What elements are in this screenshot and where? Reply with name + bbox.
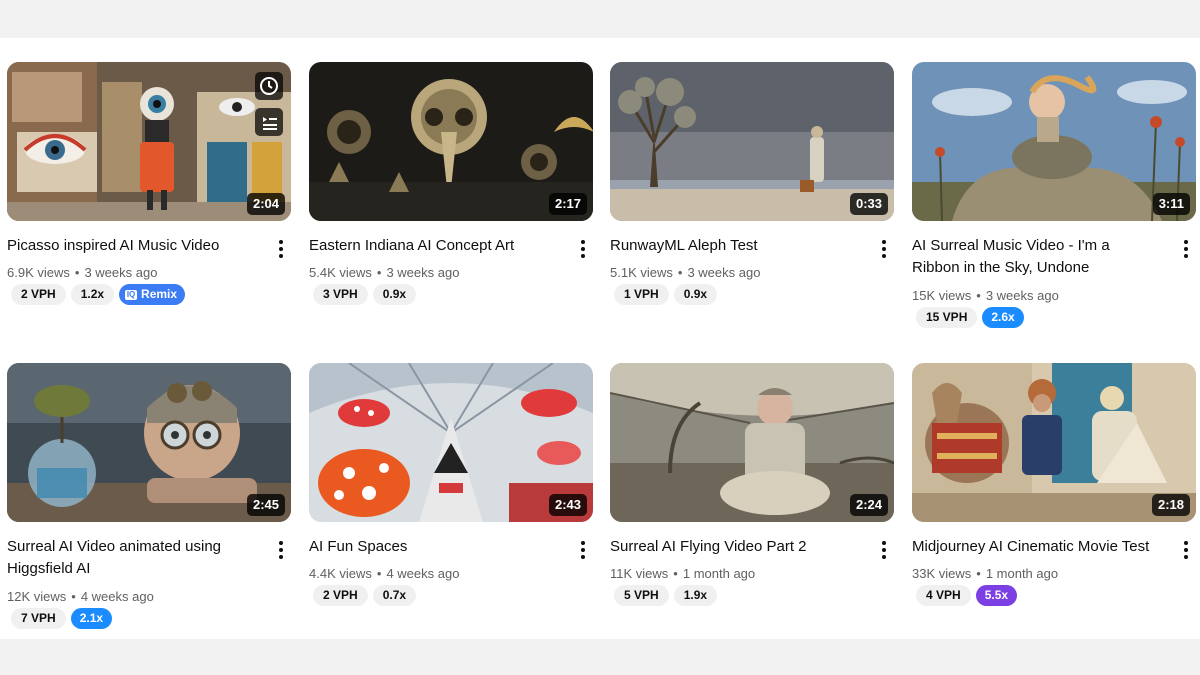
view-count: 12K views xyxy=(7,589,67,604)
video-metadata: 15K views • 3 weeks ago xyxy=(912,288,1059,303)
vph-badge: 3 VPH xyxy=(313,284,368,305)
more-vertical-icon[interactable] xyxy=(575,238,591,260)
upload-age: 3 weeks ago xyxy=(386,265,460,280)
view-count: 4.4K views xyxy=(309,566,372,581)
view-count: 11K views xyxy=(610,566,669,581)
video-card[interactable]: 2:04 Picasso inspired AI Music Video 6.9… xyxy=(7,62,291,305)
view-count: 15K views xyxy=(912,288,972,303)
video-thumbnail[interactable]: 2:43 xyxy=(309,363,593,522)
video-metadata: 11K views • 1 month ago xyxy=(610,566,756,581)
vph-badge: 4 VPH xyxy=(916,585,971,606)
video-card[interactable]: 2:45 Surreal AI Video animated using Higg… xyxy=(7,363,291,629)
remix-button[interactable]: IQ Remix xyxy=(119,284,186,305)
stats-badges: 2 VPH 0.7x xyxy=(313,585,417,606)
view-count: 33K views xyxy=(912,566,972,581)
video-title[interactable]: Surreal AI Video animated using Higgsfiel… xyxy=(7,536,257,580)
video-thumbnail[interactable]: 2:24 xyxy=(610,363,894,522)
stats-badges: 7 VPH 2.1x xyxy=(11,608,113,629)
video-metadata: 6.9K views • 3 weeks ago xyxy=(7,265,158,280)
duration-badge: 2:04 xyxy=(246,193,285,215)
stats-badges: 2 VPH 1.2x IQ Remix xyxy=(11,284,186,305)
video-card[interactable]: 0:33 RunwayML Aleph Test 5.1K views • 3 we… xyxy=(610,62,894,305)
video-thumbnail[interactable]: 0:33 xyxy=(610,62,894,221)
video-card[interactable]: 2:43 AI Fun Spaces 4.4K views • 4 weeks ag… xyxy=(309,363,593,606)
stats-badges: 1 VPH 0.9x xyxy=(614,284,718,305)
video-thumbnail[interactable]: 3:11 xyxy=(912,62,1196,221)
video-title[interactable]: RunwayML Aleph Test xyxy=(610,235,860,257)
video-card[interactable]: 2:18 Midjourney AI Cinematic Movie Test … xyxy=(912,363,1196,606)
duration-badge: 2:18 xyxy=(1151,494,1190,516)
more-vertical-icon[interactable] xyxy=(273,238,289,260)
duration-badge: 2:45 xyxy=(246,494,285,516)
video-title[interactable]: AI Fun Spaces xyxy=(309,536,559,558)
video-metadata: 5.1K views • 3 weeks ago xyxy=(610,265,761,280)
video-thumbnail[interactable]: 2:04 xyxy=(7,62,291,221)
outlier-ratio-badge: 0.7x xyxy=(372,585,417,606)
video-metadata: 5.4K views • 3 weeks ago xyxy=(309,265,460,280)
outlier-ratio-badge: 1.9x xyxy=(673,585,718,606)
video-title[interactable]: Surreal AI Flying Video Part 2 xyxy=(610,536,860,558)
more-vertical-icon[interactable] xyxy=(575,539,591,561)
upload-age: 3 weeks ago xyxy=(985,288,1059,303)
more-vertical-icon[interactable] xyxy=(1178,539,1194,561)
upload-age: 4 weeks ago xyxy=(80,589,154,604)
upload-age: 3 weeks ago xyxy=(84,265,158,280)
video-card[interactable]: 3:11 AI Surreal Music Video - I'm a Ribbo… xyxy=(912,62,1196,328)
outlier-ratio-badge: 5.5x xyxy=(975,585,1018,606)
more-vertical-icon[interactable] xyxy=(876,539,892,561)
stats-badges: 4 VPH 5.5x xyxy=(916,585,1018,606)
video-title[interactable]: AI Surreal Music Video - I'm a Ribbon in … xyxy=(912,235,1162,279)
stats-badges: 5 VPH 1.9x xyxy=(614,585,718,606)
vph-badge: 7 VPH xyxy=(11,608,66,629)
video-metadata: 33K views • 1 month ago xyxy=(912,566,1059,581)
video-thumbnail[interactable]: 2:18 xyxy=(912,363,1196,522)
watch-later-button[interactable] xyxy=(255,72,283,100)
video-metadata: 4.4K views • 4 weeks ago xyxy=(309,566,460,581)
vph-badge: 1 VPH xyxy=(614,284,669,305)
remix-logo-icon: IQ xyxy=(125,289,138,300)
more-vertical-icon[interactable] xyxy=(876,238,892,260)
vph-badge: 2 VPH xyxy=(11,284,66,305)
add-to-queue-button[interactable] xyxy=(255,108,283,136)
vph-badge: 5 VPH xyxy=(614,585,669,606)
outlier-ratio-badge: 0.9x xyxy=(372,284,417,305)
duration-badge: 2:17 xyxy=(548,193,587,215)
stats-badges: 3 VPH 0.9x xyxy=(313,284,417,305)
more-vertical-icon[interactable] xyxy=(1178,238,1194,260)
video-thumbnail[interactable]: 2:17 xyxy=(309,62,593,221)
view-count: 5.1K views xyxy=(610,265,673,280)
view-count: 5.4K views xyxy=(309,265,372,280)
duration-badge: 3:11 xyxy=(1152,193,1190,215)
add-to-queue-icon xyxy=(263,117,277,130)
clock-icon xyxy=(260,77,278,95)
video-grid-panel: 2:04 Picasso inspired AI Music Video 6.9… xyxy=(0,38,1200,639)
vph-badge: 15 VPH xyxy=(916,307,978,328)
stats-badges: 15 VPH 2.6x xyxy=(916,307,1024,328)
vph-badge: 2 VPH xyxy=(313,585,368,606)
video-title[interactable]: Eastern Indiana AI Concept Art xyxy=(309,235,559,257)
video-thumbnail[interactable]: 2:45 xyxy=(7,363,291,522)
duration-badge: 2:43 xyxy=(548,494,587,516)
outlier-ratio-badge: 0.9x xyxy=(673,284,718,305)
video-title[interactable]: Picasso inspired AI Music Video xyxy=(7,235,257,257)
outlier-ratio-badge: 1.2x xyxy=(70,284,115,305)
view-count: 6.9K views xyxy=(7,265,70,280)
upload-age: 1 month ago xyxy=(985,566,1059,581)
video-card[interactable]: 2:17 Eastern Indiana AI Concept Art 5.4K… xyxy=(309,62,593,305)
video-card[interactable]: 2:24 Surreal AI Flying Video Part 2 11K … xyxy=(610,363,894,606)
upload-age: 4 weeks ago xyxy=(386,566,460,581)
more-vertical-icon[interactable] xyxy=(273,539,289,561)
duration-badge: 0:33 xyxy=(849,193,888,215)
outlier-ratio-badge: 2.1x xyxy=(70,608,113,629)
video-title[interactable]: Midjourney AI Cinematic Movie Test xyxy=(912,536,1172,558)
outlier-ratio-badge: 2.6x xyxy=(982,307,1024,328)
upload-age: 1 month ago xyxy=(682,566,756,581)
duration-badge: 2:24 xyxy=(849,494,888,516)
upload-age: 3 weeks ago xyxy=(687,265,761,280)
video-metadata: 12K views • 4 weeks ago xyxy=(7,589,154,604)
